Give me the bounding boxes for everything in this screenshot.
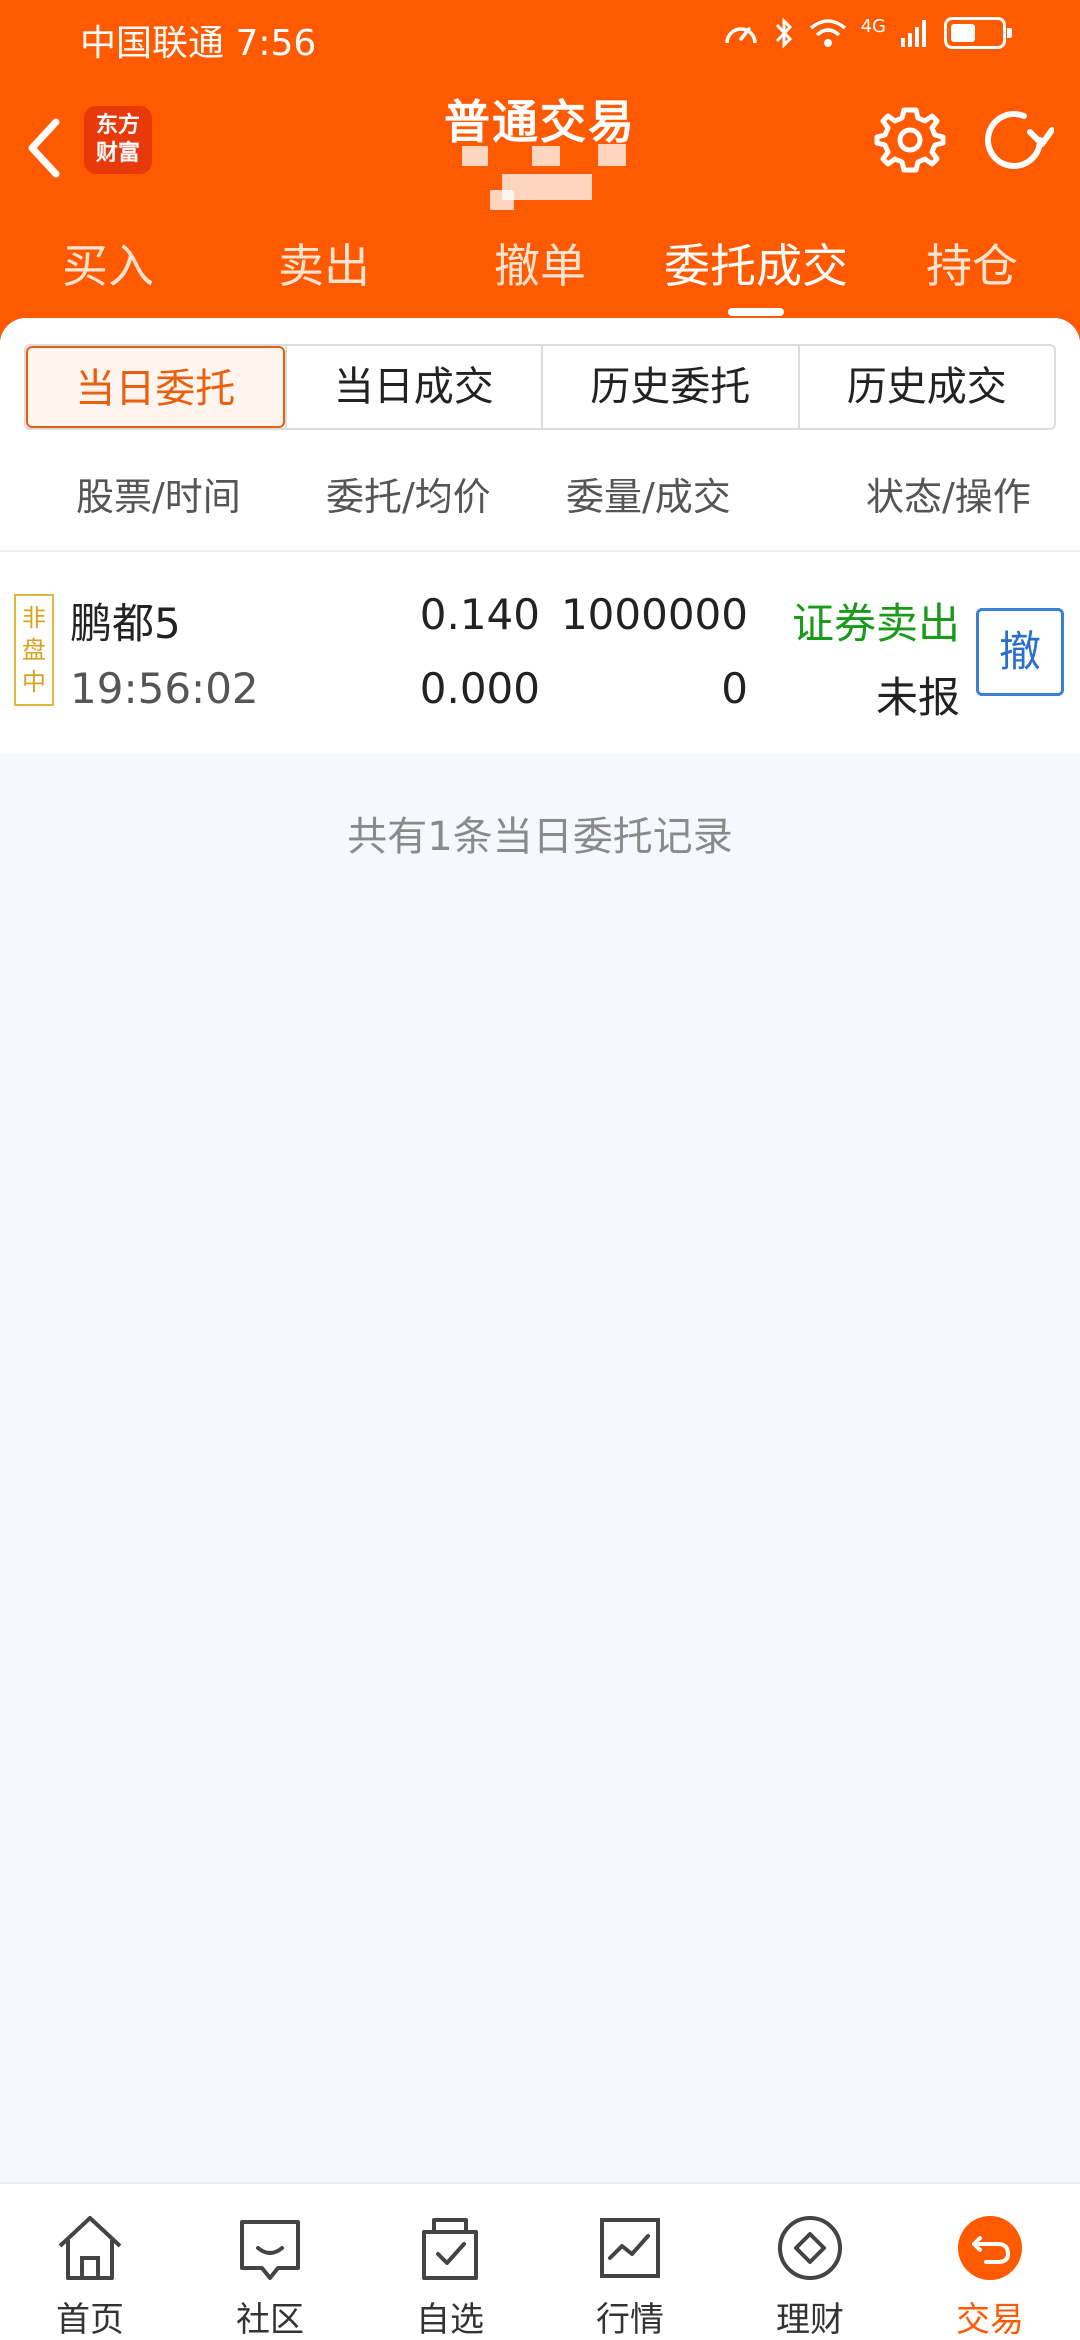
badge-char: 盘 — [22, 636, 46, 664]
orders-summary: 共有1条当日委托记录 — [347, 814, 733, 860]
order-price: 0.140 — [419, 590, 540, 639]
sub-tabs: 当日委托 当日成交 历史委托 历史成交 — [24, 344, 1056, 430]
nav-trade-label: 交易 — [956, 2300, 1024, 2340]
cancel-order-button[interactable]: 撤 — [976, 608, 1064, 696]
app-header: 中国联通 7:56 4G 东方 财富 普通交易 买入 卖出 撤单 委托成交 持仓 — [0, 0, 1080, 340]
carrier-time: 中国联通 7:56 — [80, 23, 317, 64]
badge-char: 非 — [22, 604, 46, 632]
tab-orders-trades[interactable]: 委托成交 — [648, 226, 864, 316]
settings-button[interactable] — [874, 104, 946, 176]
col-qty: 委量/成交 — [566, 475, 731, 519]
home-icon — [58, 2216, 122, 2280]
col-status: 状态/操作 — [866, 475, 1031, 519]
nav-home-label: 首页 — [56, 2300, 124, 2340]
nav-wealth[interactable]: 理财 — [720, 2184, 900, 2340]
order-time: 19:56:02 — [70, 664, 259, 713]
nav-market-label: 行情 — [596, 2300, 664, 2340]
refresh-button[interactable] — [978, 104, 1055, 176]
battery-icon — [944, 17, 1012, 49]
tab-sell[interactable]: 卖出 — [216, 226, 432, 316]
nav-watchlist[interactable]: 自选 — [360, 2184, 540, 2340]
status-bar: 中国联通 7:56 4G — [0, 0, 1080, 72]
tab-cancel[interactable]: 撤单 — [432, 226, 648, 316]
nav-market[interactable]: 行情 — [540, 2184, 720, 2340]
network-type: 4G — [860, 16, 886, 37]
column-headers: 股票/时间 委托/均价 委量/成交 状态/操作 — [0, 466, 1080, 526]
subtab-today-orders[interactable]: 当日委托 — [26, 346, 285, 428]
account-mask — [462, 144, 670, 210]
bluetooth-icon — [775, 17, 792, 49]
status-icons: 4G — [723, 16, 1012, 50]
main-tabs: 买入 卖出 撤单 委托成交 持仓 — [0, 226, 1080, 316]
signal-icon — [901, 20, 926, 47]
nav-trade[interactable]: 交易 — [900, 2184, 1080, 2340]
gear-icon — [874, 107, 946, 173]
content-area: 当日委托 当日成交 历史委托 历史成交 股票/时间 委托/均价 委量/成交 状态… — [0, 318, 1080, 2178]
tab-positions[interactable]: 持仓 — [864, 226, 1080, 316]
stock-name: 鹏都5 — [70, 599, 181, 648]
badge-char: 中 — [22, 668, 46, 696]
watchlist-icon — [422, 2218, 478, 2280]
col-price: 委托/均价 — [326, 475, 491, 519]
order-qty: 1000000 — [560, 590, 748, 639]
session-badge: 非 盘 中 — [14, 594, 54, 706]
tab-buy[interactable]: 买入 — [0, 226, 216, 316]
nav-community-label: 社区 — [236, 2300, 304, 2340]
subtab-history-trades[interactable]: 历史成交 — [797, 346, 1054, 428]
filled-qty: 0 — [721, 664, 748, 713]
nav-watchlist-label: 自选 — [416, 2300, 484, 2340]
trade-icon — [958, 2216, 1022, 2280]
speed-icon — [724, 27, 757, 44]
refresh-icon — [985, 111, 1055, 169]
nav-community[interactable]: 社区 — [180, 2184, 360, 2340]
community-icon — [240, 2220, 300, 2280]
avg-price: 0.000 — [419, 664, 540, 713]
wealth-icon — [778, 2216, 842, 2280]
order-direction: 证券卖出 — [791, 599, 960, 648]
subtab-today-trades[interactable]: 当日成交 — [284, 346, 541, 428]
subtab-history-orders[interactable]: 历史委托 — [541, 346, 798, 428]
bottom-nav: 首页 社区 自选 行情 理财 交易 — [0, 2182, 1080, 2340]
order-status: 未报 — [875, 673, 960, 722]
col-stock-time: 股票/时间 — [76, 475, 241, 519]
wifi-icon — [809, 19, 846, 47]
nav-home[interactable]: 首页 — [0, 2184, 180, 2340]
nav-bar: 东方 财富 普通交易 — [0, 80, 1080, 210]
nav-wealth-label: 理财 — [776, 2300, 844, 2340]
market-icon — [600, 2218, 660, 2278]
